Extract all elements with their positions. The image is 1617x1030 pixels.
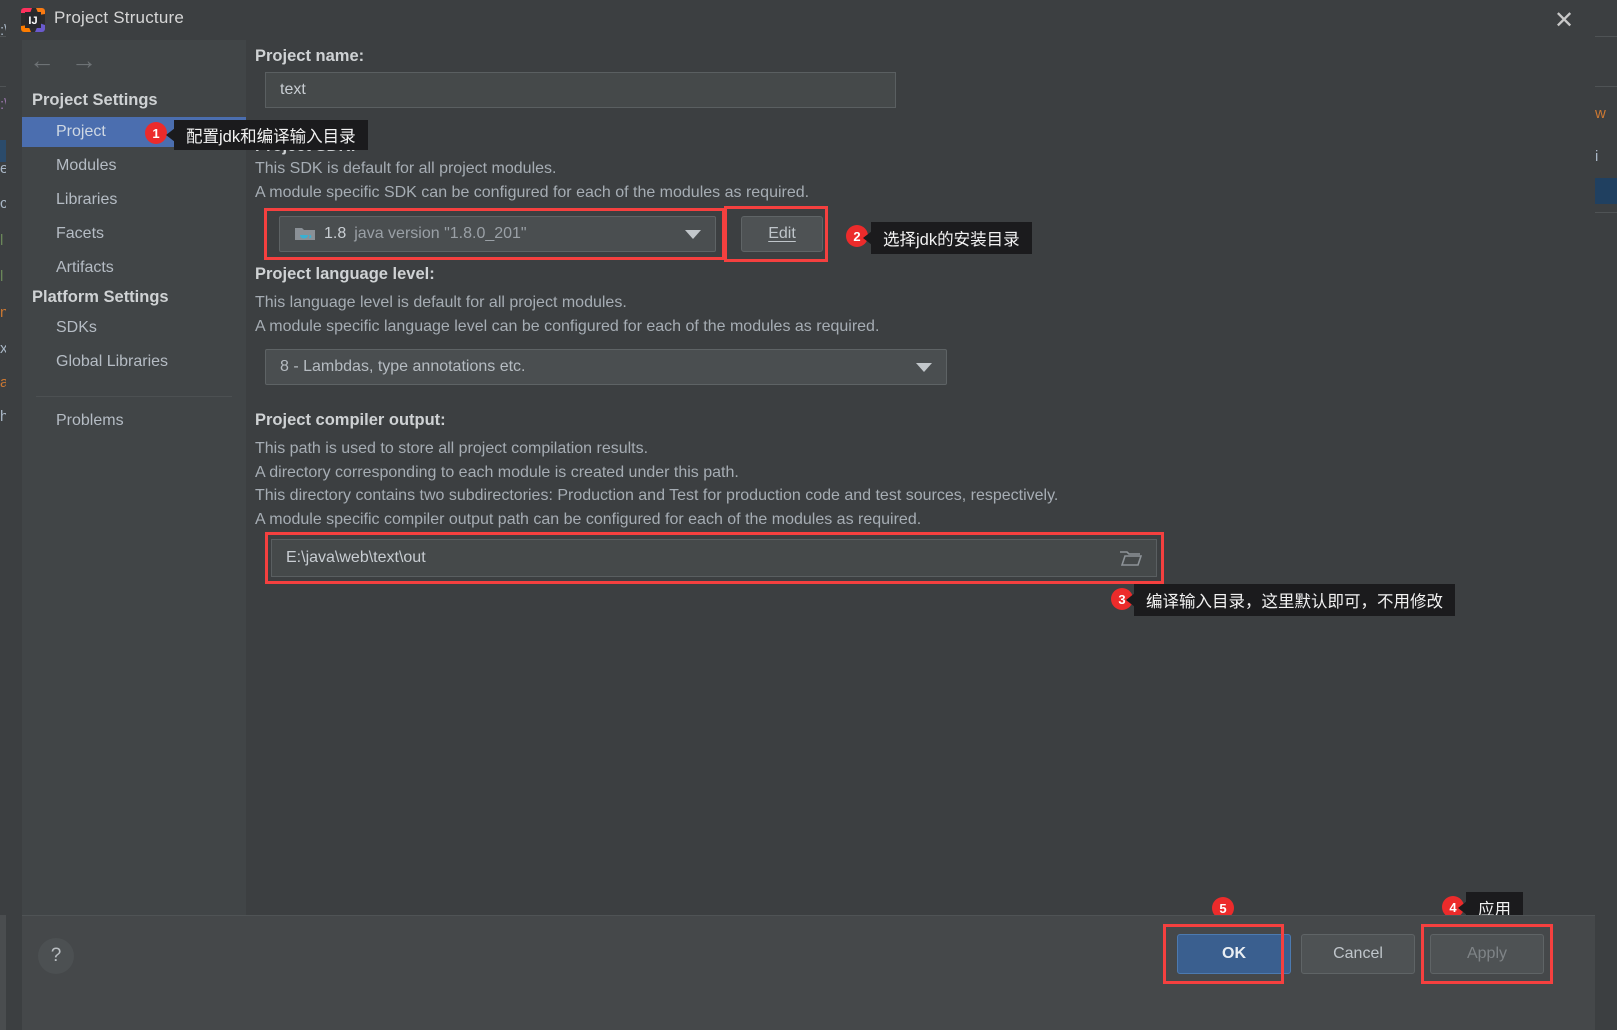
- project-sdk-value: 1.8 java version "1.8.0_201": [280, 225, 527, 243]
- sdk-detail: java version "1.8.0_201": [354, 225, 527, 242]
- sidebar-group-project-settings: Project Settings: [32, 91, 158, 109]
- compiler-output-desc-2: A directory corresponding to each module…: [255, 464, 739, 481]
- cancel-label: Cancel: [1333, 945, 1383, 962]
- dialog-titlebar: IJ Project Structure ✕: [6, 0, 1595, 40]
- intellij-idea-icon: IJ: [21, 8, 45, 32]
- ok-label: OK: [1222, 945, 1246, 962]
- ide-divider: [1595, 86, 1617, 87]
- sidebar-item-label: Libraries: [56, 191, 118, 208]
- folder-browse-icon[interactable]: [1118, 548, 1142, 568]
- compiler-output-desc-1: This path is used to store all project c…: [255, 440, 649, 457]
- ide-text-fragment: w: [1595, 105, 1606, 122]
- sidebar-item-sdks[interactable]: SDKs: [22, 313, 246, 343]
- close-icon[interactable]: ✕: [1547, 4, 1581, 38]
- sidebar-group-platform-settings: Platform Settings: [32, 288, 169, 306]
- footer-divider: [22, 915, 1595, 916]
- ide-selection: [1595, 178, 1617, 204]
- language-level-label: Project language level:: [255, 265, 435, 283]
- language-level-desc-2: A module specific language level can be …: [255, 318, 880, 335]
- apply-label: Apply: [1466, 945, 1508, 962]
- project-name-value: text: [280, 81, 306, 98]
- sidebar-item-problems[interactable]: Problems: [22, 406, 246, 436]
- sidebar-item-label: SDKs: [56, 319, 97, 336]
- sidebar-item-label: Problems: [56, 412, 124, 429]
- compiler-output-value: E:\java\web\text\out: [286, 549, 426, 566]
- dialog-title: Project Structure: [54, 8, 185, 27]
- sidebar-divider: [36, 396, 232, 397]
- sidebar-item-libraries[interactable]: Libraries: [22, 185, 246, 215]
- background-ide-right: w i: [1595, 0, 1617, 1030]
- sdk-edit-button[interactable]: Edit: [741, 216, 823, 252]
- annotation-tooltip-2: 选择jdk的安装目录: [863, 222, 1032, 254]
- annotation-badge-1: 1: [145, 122, 167, 144]
- arrow-left-icon[interactable]: ←: [22, 44, 62, 78]
- arrow-right-icon[interactable]: →: [64, 44, 104, 78]
- sdk-version: 1.8: [324, 225, 347, 242]
- sdk-edit-label: Edit: [768, 225, 796, 242]
- project-sdk-desc-2: A module specific SDK can be configured …: [255, 184, 810, 201]
- cancel-button[interactable]: Cancel: [1301, 934, 1415, 974]
- java-folder-icon: [295, 228, 315, 240]
- chevron-down-icon: [685, 229, 701, 239]
- compiler-output-label: Project compiler output:: [255, 411, 446, 429]
- project-name-input[interactable]: text: [265, 72, 896, 108]
- compiler-output-input[interactable]: E:\java\web\text\out: [271, 539, 1157, 577]
- compiler-output-desc-3: This directory contains two subdirectori…: [255, 487, 1059, 504]
- sidebar-item-modules[interactable]: Modules: [22, 151, 246, 181]
- annotation-tooltip-1: 配置jdk和编译输入目录: [166, 120, 368, 150]
- ide-divider: [1595, 36, 1617, 37]
- project-structure-dialog: IJ Project Structure ✕ ← → Project Setti…: [6, 0, 1595, 1030]
- ok-button[interactable]: OK: [1177, 934, 1291, 974]
- ide-text-fragment: i: [1595, 148, 1599, 165]
- project-sdk-dropdown[interactable]: 1.8 java version "1.8.0_201": [279, 216, 716, 252]
- svg-text:IJ: IJ: [28, 15, 37, 27]
- language-level-dropdown[interactable]: 8 - Lambdas, type annotations etc.: [265, 349, 947, 385]
- project-name-label: Project name:: [255, 47, 365, 65]
- compiler-output-desc-4: A module specific compiler output path c…: [255, 511, 922, 528]
- ide-divider: [1595, 212, 1617, 213]
- annotation-tooltip-3: 编译输入目录，这里默认即可，不用修改: [1126, 584, 1455, 616]
- sidebar-item-global-libraries[interactable]: Global Libraries: [22, 347, 246, 377]
- sidebar-item-label: Facets: [56, 225, 105, 242]
- nav-arrows: ← →: [22, 44, 142, 78]
- sidebar-item-label: Project: [56, 123, 106, 140]
- language-level-value: 8 - Lambdas, type annotations etc.: [280, 358, 526, 375]
- language-level-desc-1: This language level is default for all p…: [255, 294, 627, 311]
- sidebar-item-facets[interactable]: Facets: [22, 219, 246, 249]
- sidebar-item-artifacts[interactable]: Artifacts: [22, 253, 246, 283]
- screen: :\ :\ e c l l n xt a h w i I: [0, 0, 1617, 1030]
- chevron-down-icon: [916, 362, 932, 372]
- sidebar-item-label: Global Libraries: [56, 353, 169, 370]
- sidebar-item-label: Modules: [56, 157, 117, 174]
- apply-button[interactable]: Apply: [1430, 934, 1544, 974]
- sidebar-item-label: Artifacts: [56, 259, 114, 276]
- question-mark-icon[interactable]: ?: [38, 938, 74, 974]
- project-sdk-desc-1: This SDK is default for all project modu…: [255, 160, 557, 177]
